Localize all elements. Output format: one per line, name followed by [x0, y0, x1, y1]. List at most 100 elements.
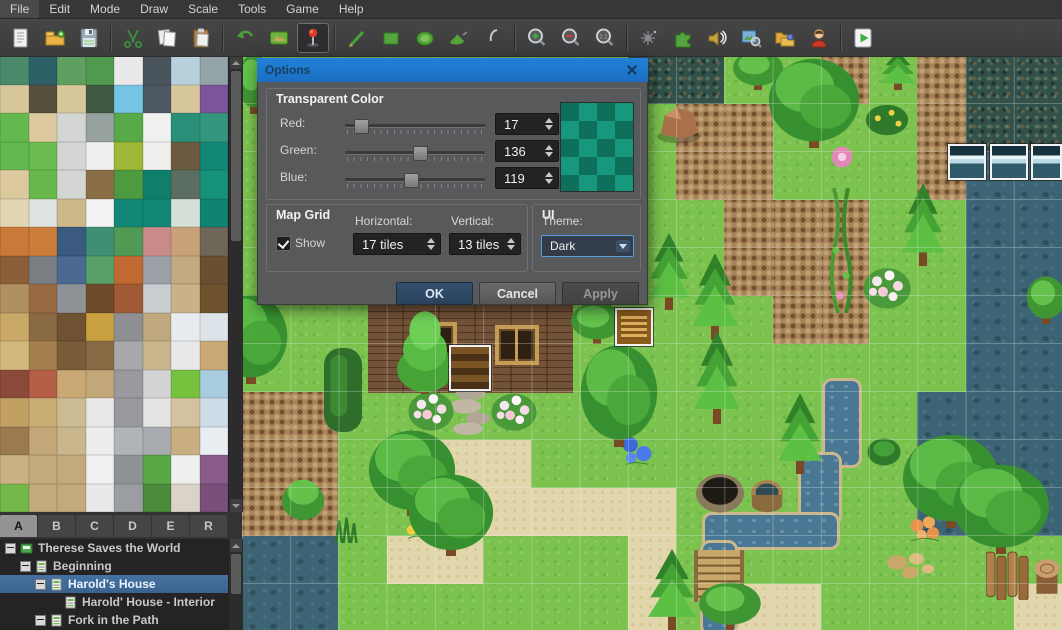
palette-tile[interactable]	[200, 398, 229, 427]
palette-tile[interactable]	[114, 56, 143, 85]
palette-tile[interactable]	[0, 142, 29, 171]
show-grid-checkbox[interactable]	[276, 236, 291, 251]
palette-tile[interactable]	[143, 341, 172, 370]
palette-tile[interactable]	[143, 256, 172, 285]
palette-tile[interactable]	[29, 142, 58, 171]
palette-tile[interactable]	[0, 227, 29, 256]
palette-tile[interactable]	[29, 370, 58, 399]
palette-tile[interactable]	[57, 56, 86, 85]
palette-tile[interactable]	[29, 170, 58, 199]
palette-tile[interactable]	[57, 170, 86, 199]
palette-tile[interactable]	[143, 142, 172, 171]
palette-tile[interactable]	[29, 113, 58, 142]
palette-tile[interactable]	[0, 427, 29, 456]
palette-tile[interactable]	[0, 341, 29, 370]
event-waterfall[interactable]	[948, 144, 986, 180]
rectangle-tool-button[interactable]	[375, 23, 407, 53]
spinner-arrows-icon[interactable]	[543, 168, 555, 188]
menu-help[interactable]: Help	[329, 0, 374, 18]
menu-game[interactable]: Game	[276, 0, 329, 18]
palette-tile[interactable]	[143, 398, 172, 427]
spinner-arrows-icon[interactable]	[543, 141, 555, 161]
palette-tile[interactable]	[0, 484, 29, 513]
sound-test-button[interactable]	[701, 23, 733, 53]
event-crate[interactable]	[615, 308, 653, 346]
spinner-arrows-icon[interactable]	[543, 114, 555, 134]
palette-tile[interactable]	[114, 256, 143, 285]
palette-tile[interactable]	[114, 170, 143, 199]
palette-tile[interactable]	[143, 56, 172, 85]
palette-tile[interactable]	[0, 398, 29, 427]
red-slider[interactable]	[345, 121, 485, 135]
palette-tab-a[interactable]: A	[0, 515, 37, 537]
event-waterfall[interactable]	[1031, 144, 1062, 180]
palette-tile[interactable]	[57, 370, 86, 399]
palette-tab-e[interactable]: E	[152, 515, 189, 537]
palette-tile[interactable]	[29, 427, 58, 456]
palette-tile[interactable]	[114, 484, 143, 513]
tileset-palette[interactable]	[0, 56, 228, 512]
palette-tile[interactable]	[57, 427, 86, 456]
palette-tile[interactable]	[171, 398, 200, 427]
palette-tile[interactable]	[86, 199, 115, 228]
palette-tile[interactable]	[171, 113, 200, 142]
undo-button[interactable]	[229, 23, 261, 53]
palette-tile[interactable]	[86, 227, 115, 256]
palette-tile[interactable]	[114, 370, 143, 399]
palette-tile[interactable]	[171, 85, 200, 114]
palette-tile[interactable]	[86, 427, 115, 456]
character-generator-button[interactable]	[803, 23, 835, 53]
playtest-button[interactable]	[847, 23, 879, 53]
tree-item-therese-saves-the-world[interactable]: Therese Saves the World	[0, 539, 228, 557]
palette-tile[interactable]	[29, 85, 58, 114]
theme-dropdown[interactable]: Dark	[541, 235, 634, 257]
palette-tile[interactable]	[0, 455, 29, 484]
green-slider[interactable]	[345, 148, 485, 162]
palette-tile[interactable]	[171, 142, 200, 171]
palette-tile[interactable]	[200, 370, 229, 399]
palette-tile[interactable]	[29, 455, 58, 484]
palette-tile[interactable]	[171, 227, 200, 256]
palette-tile[interactable]	[143, 313, 172, 342]
tree-scroll-thumb[interactable]	[231, 554, 241, 594]
palette-tile[interactable]	[57, 313, 86, 342]
map-tree[interactable]: Therese Saves the WorldBeginningHarold's…	[0, 539, 228, 630]
palette-tile[interactable]	[86, 455, 115, 484]
palette-tile[interactable]	[171, 256, 200, 285]
red-slider-handle[interactable]	[354, 119, 369, 134]
dialog-titlebar[interactable]: Options	[257, 58, 648, 82]
pencil-tool-button[interactable]	[341, 23, 373, 53]
scroll-down-icon[interactable]	[230, 499, 242, 512]
palette-tile[interactable]	[200, 455, 229, 484]
paste-button[interactable]	[185, 23, 217, 53]
tree-collapse-icon[interactable]	[20, 561, 31, 572]
palette-tile[interactable]	[86, 142, 115, 171]
save-project-button[interactable]	[73, 23, 105, 53]
palette-tile[interactable]	[171, 56, 200, 85]
palette-tile[interactable]	[86, 284, 115, 313]
flood-fill-tool-button[interactable]	[443, 23, 475, 53]
scroll-up-icon[interactable]	[230, 539, 242, 552]
palette-tile[interactable]	[0, 113, 29, 142]
palette-tile[interactable]	[0, 256, 29, 285]
palette-tile[interactable]	[86, 256, 115, 285]
palette-tile[interactable]	[114, 227, 143, 256]
new-project-button[interactable]	[5, 23, 37, 53]
palette-tile[interactable]	[200, 427, 229, 456]
palette-tab-r[interactable]: R	[190, 515, 227, 537]
palette-tile[interactable]	[143, 227, 172, 256]
palette-tile[interactable]	[29, 398, 58, 427]
zoom-in-button[interactable]	[521, 23, 553, 53]
palette-tile[interactable]	[57, 484, 86, 513]
event-mode-button[interactable]	[297, 23, 329, 53]
palette-tile[interactable]	[114, 398, 143, 427]
palette-tile[interactable]	[114, 284, 143, 313]
green-value-spinner[interactable]: 136	[495, 140, 559, 162]
palette-tile[interactable]	[29, 227, 58, 256]
tree-collapse-icon[interactable]	[5, 543, 16, 554]
palette-tile[interactable]	[114, 85, 143, 114]
palette-tile[interactable]	[143, 370, 172, 399]
palette-tile[interactable]	[114, 313, 143, 342]
palette-tile[interactable]	[200, 85, 229, 114]
palette-tile[interactable]	[114, 341, 143, 370]
